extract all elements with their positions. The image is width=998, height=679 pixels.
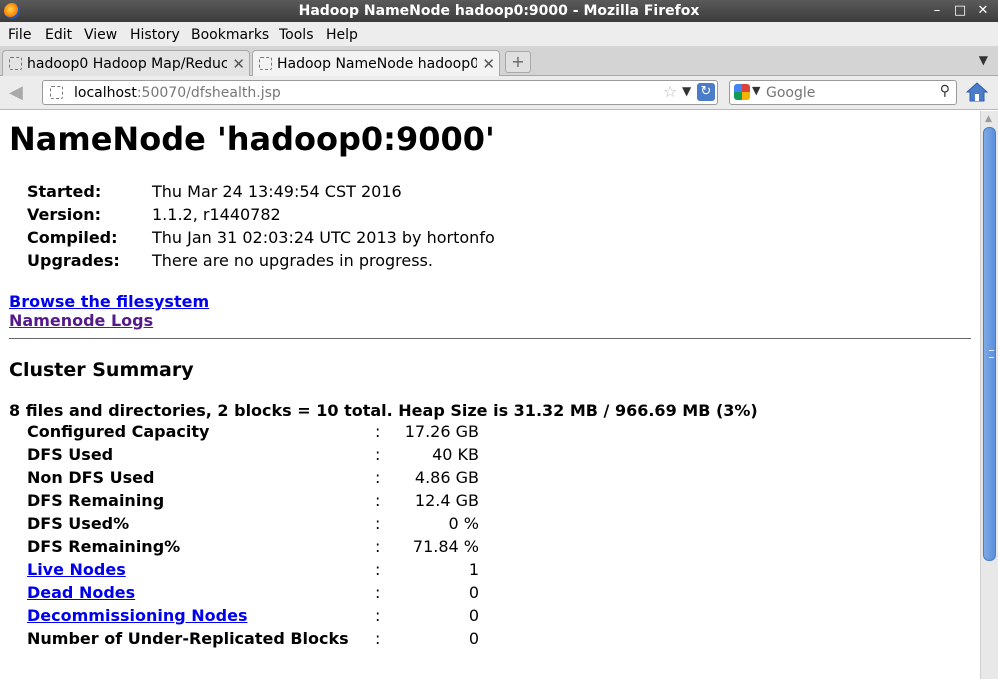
window-title: Hadoop NameNode hadoop0:9000 - Mozilla F…	[298, 3, 700, 19]
stat-separator: :	[375, 537, 381, 556]
stats-row: Configured Capacity : 17.26 GB	[27, 422, 487, 445]
minimize-button[interactable]: –	[928, 2, 946, 20]
namenode-logs-link[interactable]: Namenode Logs	[9, 311, 153, 330]
navigation-bar: ◀ localhost:50070/dfshealth.jsp ☆ ▼ ↻ ▼ …	[0, 76, 998, 110]
stat-value: 4.86 GB	[414, 468, 479, 487]
vertical-scrollbar[interactable]: ▲	[980, 111, 998, 679]
info-value: Thu Jan 31 02:03:24 UTC 2013 by hortonfo	[152, 228, 495, 247]
history-dropdown-icon[interactable]: ▼	[682, 84, 691, 98]
close-tab-icon[interactable]: ✕	[482, 55, 495, 73]
stats-row: Number of Under-Replicated Blocks : 0	[27, 629, 487, 652]
tab-strip: hadoop0 Hadoop Map/Reduc... ✕ Hadoop Nam…	[0, 47, 998, 77]
menu-tools[interactable]: Tools	[279, 27, 314, 43]
stat-value: 0	[468, 629, 479, 648]
stat-value: 71.84 %	[412, 537, 479, 556]
menu-bar: File Edit View History Bookmarks Tools H…	[0, 22, 998, 47]
stat-separator: :	[375, 491, 381, 510]
cluster-summary-heading: Cluster Summary	[9, 359, 194, 381]
tab-label: hadoop0 Hadoop Map/Reduc...	[27, 56, 227, 72]
stat-label: DFS Used%	[27, 514, 130, 533]
menu-file[interactable]: File	[8, 27, 31, 43]
stat-label: DFS Remaining%	[27, 537, 181, 556]
site-identity-icon[interactable]	[50, 86, 63, 99]
scrollbar-thumb[interactable]	[983, 127, 996, 561]
url-path: :50070/dfshealth.jsp	[136, 85, 281, 101]
stat-separator: :	[375, 606, 381, 625]
info-label: Started:	[27, 182, 102, 201]
engine-dropdown-icon[interactable]: ▼	[752, 84, 760, 97]
stats-row: Decommissioning Nodes : 0	[27, 606, 487, 629]
scroll-up-arrow-icon[interactable]: ▲	[985, 114, 992, 124]
stat-label: Number of Under-Replicated Blocks	[27, 629, 349, 648]
stat-value: 0	[468, 583, 479, 602]
stats-row: DFS Remaining% : 71.84 %	[27, 537, 487, 560]
window-titlebar: Hadoop NameNode hadoop0:9000 - Mozilla F…	[0, 0, 998, 22]
tab-list-chevron-icon[interactable]: ▼	[979, 53, 988, 67]
stats-row: Live Nodes : 1	[27, 560, 487, 583]
summary-line: 8 files and directories, 2 blocks = 10 t…	[9, 401, 758, 420]
stat-separator: :	[375, 445, 381, 464]
stat-separator: :	[375, 629, 381, 648]
close-tab-icon[interactable]: ✕	[232, 55, 245, 73]
stat-separator: :	[375, 422, 381, 441]
tab-label: Hadoop NameNode hadoop0...	[277, 56, 477, 72]
info-value: There are no upgrades in progress.	[152, 251, 433, 270]
menu-help[interactable]: Help	[326, 27, 358, 43]
page-content: NameNode 'hadoop0:9000' Started: Thu Mar…	[0, 111, 980, 679]
page-icon	[259, 57, 272, 70]
live-nodes-link[interactable]: Live Nodes	[27, 560, 126, 579]
page-icon	[9, 57, 22, 70]
stats-row: Non DFS Used : 4.86 GB	[27, 468, 487, 491]
stat-label: Non DFS Used	[27, 468, 155, 487]
stats-row: Dead Nodes : 0	[27, 583, 487, 606]
stats-row: DFS Remaining : 12.4 GB	[27, 491, 487, 514]
grip-icon	[989, 350, 994, 358]
maximize-button[interactable]: □	[951, 2, 969, 20]
divider	[9, 338, 971, 339]
menu-edit[interactable]: Edit	[45, 27, 72, 43]
url-text[interactable]: localhost:50070/dfshealth.jsp	[74, 85, 281, 101]
info-label: Upgrades:	[27, 251, 120, 270]
decommissioning-nodes-link[interactable]: Decommissioning Nodes	[27, 606, 247, 625]
stat-label: DFS Used	[27, 445, 114, 464]
stat-value: 40 KB	[432, 445, 479, 464]
home-icon[interactable]	[966, 82, 988, 102]
info-value: 1.1.2, r1440782	[152, 205, 281, 224]
binoculars-icon[interactable]: ⚲	[940, 83, 950, 99]
address-bar[interactable]: localhost:50070/dfshealth.jsp ☆ ▼ ↻	[42, 80, 718, 105]
tab-hadoop-mapreduce[interactable]: hadoop0 Hadoop Map/Reduc... ✕	[2, 50, 250, 76]
menu-bookmarks[interactable]: Bookmarks	[191, 27, 269, 43]
search-bar[interactable]: ▼ ⚲	[729, 80, 957, 105]
stat-separator: :	[375, 560, 381, 579]
browse-filesystem-link[interactable]: Browse the filesystem	[9, 292, 209, 311]
stat-separator: :	[375, 514, 381, 533]
stat-value: 12.4 GB	[414, 491, 479, 510]
menu-view[interactable]: View	[84, 27, 117, 43]
info-label: Compiled:	[27, 228, 118, 247]
close-window-button[interactable]: ✕	[974, 2, 992, 20]
new-tab-button[interactable]: +	[505, 51, 531, 73]
stat-value: 0 %	[448, 514, 479, 533]
info-value: Thu Mar 24 13:49:54 CST 2016	[152, 182, 402, 201]
page-title: NameNode 'hadoop0:9000'	[9, 120, 495, 158]
stat-label: Configured Capacity	[27, 422, 210, 441]
url-host: localhost	[74, 85, 137, 101]
stat-value: 17.26 GB	[404, 422, 479, 441]
dead-nodes-link[interactable]: Dead Nodes	[27, 583, 135, 602]
back-arrow-icon[interactable]: ◀	[9, 84, 31, 102]
stat-value: 1	[468, 560, 479, 579]
stat-separator: :	[375, 468, 381, 487]
stats-row: DFS Used% : 0 %	[27, 514, 487, 537]
google-engine-icon[interactable]	[734, 84, 750, 100]
info-label: Version:	[27, 205, 102, 224]
stat-value: 0	[468, 606, 479, 625]
search-input[interactable]	[766, 84, 916, 102]
bookmark-star-icon[interactable]: ☆	[663, 82, 677, 101]
stats-row: DFS Used : 40 KB	[27, 445, 487, 468]
tab-namenode[interactable]: Hadoop NameNode hadoop0... ✕	[252, 50, 500, 77]
menu-history[interactable]: History	[130, 27, 180, 43]
reload-icon[interactable]: ↻	[697, 83, 715, 101]
stat-label: DFS Remaining	[27, 491, 165, 510]
stat-separator: :	[375, 583, 381, 602]
